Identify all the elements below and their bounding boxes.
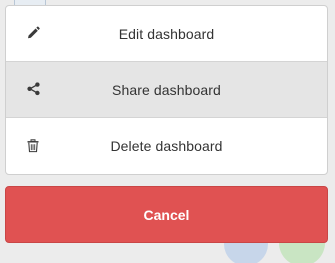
delete-dashboard-label: Delete dashboard	[110, 138, 223, 154]
edit-dashboard-label: Edit dashboard	[118, 25, 215, 42]
edit-dashboard-option[interactable]: Edit dashboard	[6, 6, 327, 62]
share-dashboard-label: Share dashboard	[112, 81, 221, 98]
action-sheet: Edit dashboard Share dashboard Delete da…	[5, 5, 328, 175]
trash-icon	[26, 138, 40, 152]
delete-dashboard-option[interactable]: Delete dashboard	[6, 118, 327, 174]
pencil-icon	[26, 26, 40, 40]
share-dashboard-option[interactable]: Share dashboard	[6, 62, 327, 118]
share-icon	[26, 82, 40, 96]
cancel-button[interactable]: Cancel	[5, 186, 328, 243]
